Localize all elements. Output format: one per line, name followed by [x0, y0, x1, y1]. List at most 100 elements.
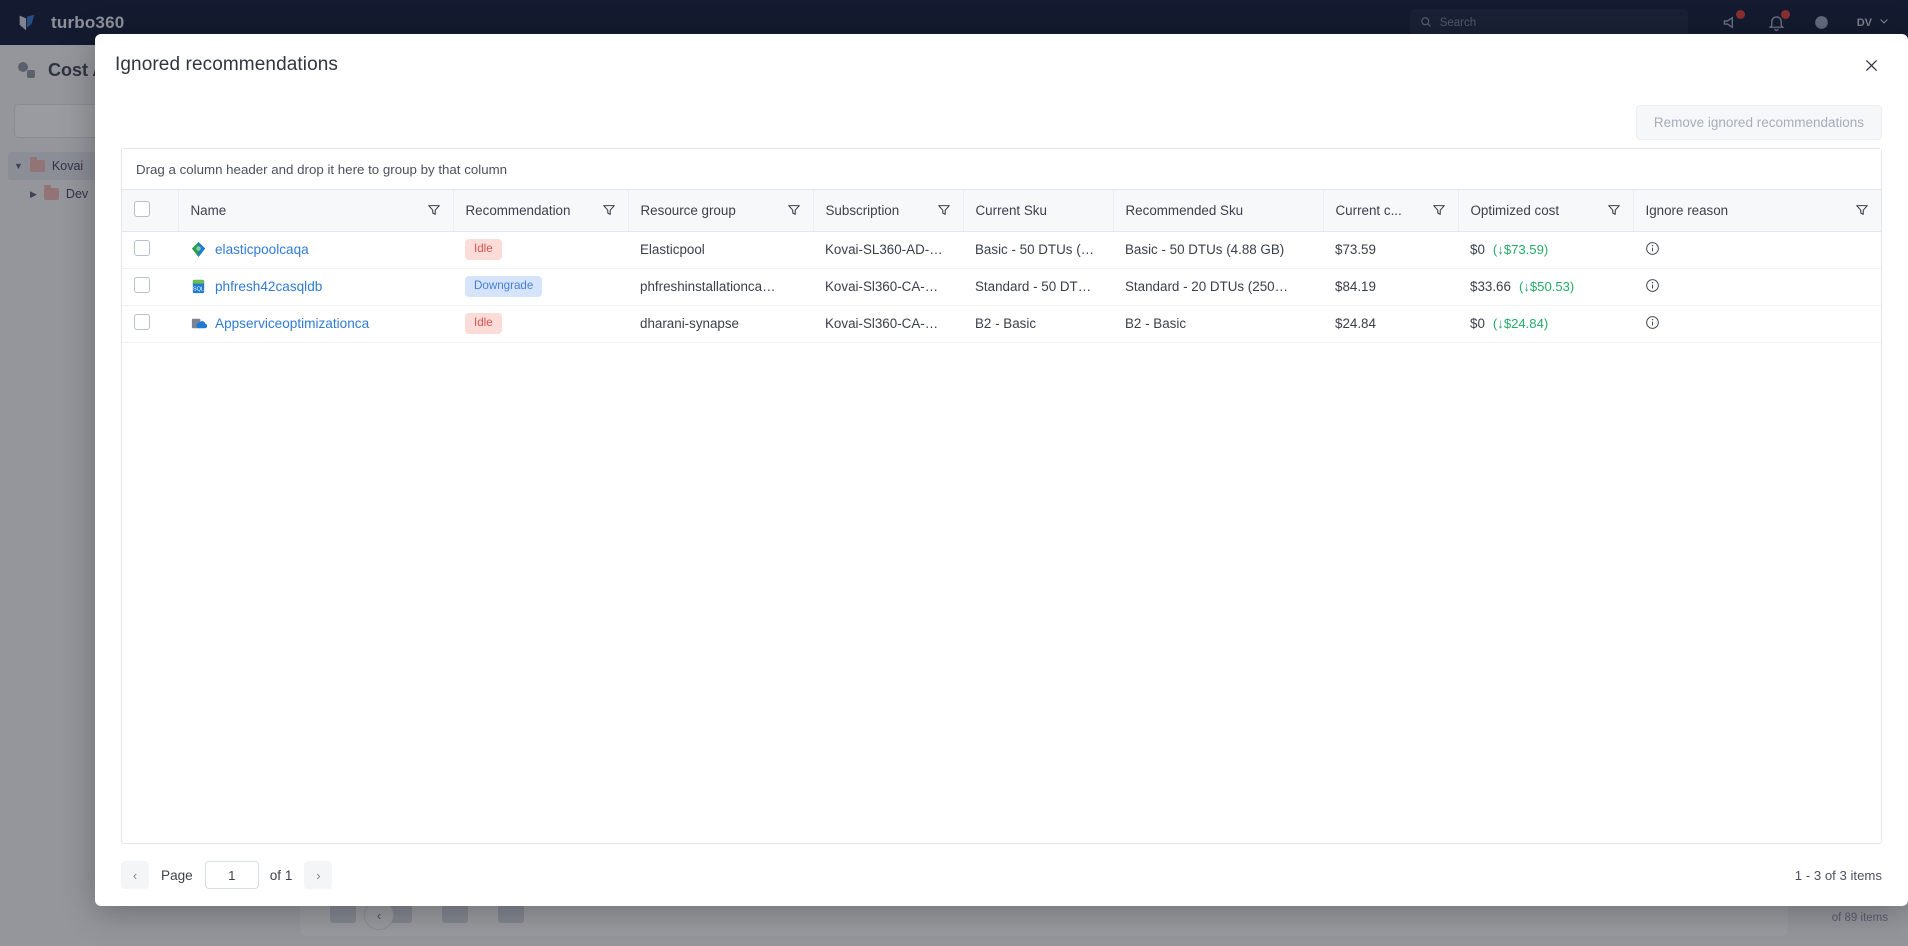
- cell-resource-group: dharani-synapse: [628, 305, 813, 343]
- cell-recommendation: Idle: [453, 305, 628, 343]
- column-header-current_cost[interactable]: Current c...: [1323, 190, 1459, 232]
- cell-optimized-cost: $0 (↓$73.59): [1458, 231, 1633, 269]
- total-pages-label: of 1: [269, 867, 293, 883]
- column-header-name[interactable]: Name: [178, 190, 454, 232]
- cell-optimized-cost: $0 (↓$24.84): [1458, 305, 1633, 343]
- column-header-label: Current c...: [1335, 202, 1402, 218]
- filter-icon[interactable]: [602, 203, 616, 217]
- column-header-subscription[interactable]: Subscription: [813, 190, 964, 232]
- elastic-pool-icon: [190, 241, 207, 258]
- cell-resource-group: phfreshinstallationca…: [628, 268, 813, 306]
- filter-icon[interactable]: [427, 203, 441, 217]
- info-icon[interactable]: [1645, 315, 1660, 330]
- column-header-recommended_sku[interactable]: Recommended Sku: [1113, 190, 1324, 232]
- filter-icon[interactable]: [1855, 203, 1869, 217]
- column-header-optimized_cost[interactable]: Optimized cost: [1458, 190, 1634, 232]
- savings-value: (↓$24.84): [1492, 316, 1549, 331]
- group-by-dropzone[interactable]: Drag a column header and drop it here to…: [122, 149, 1881, 190]
- cell-select[interactable]: [122, 231, 178, 269]
- cell-recommended-sku: B2 - Basic: [1113, 305, 1323, 343]
- modal-title: Ignored recommendations: [115, 54, 339, 75]
- table-header-row: Name Recommendation Resource group Subscrip…: [122, 190, 1881, 232]
- table-row[interactable]: Appserviceoptimizationca Idle dharani-syna…: [122, 305, 1881, 343]
- cell-current-sku: Standard - 50 DT…: [963, 268, 1113, 306]
- table-body: elasticpoolcaqa Idle Elasticpool Kovai-SL36…: [122, 231, 1881, 343]
- filter-icon[interactable]: [1607, 203, 1621, 217]
- cell-subscription: Kovai-SL360-AD-…: [813, 231, 963, 269]
- cell-current-cost: $73.59: [1323, 231, 1458, 269]
- cell-resource-group: Elasticpool: [628, 231, 813, 269]
- cell-recommendation: Downgrade: [453, 268, 628, 306]
- pagination-bar: ‹ Page of 1 › 1 - 3 of 3 items: [95, 844, 1908, 906]
- recommendation-badge: Downgrade: [465, 276, 543, 297]
- column-header-label: Ignore reason: [1645, 202, 1729, 218]
- svg-text:SQL: SQL: [193, 286, 204, 292]
- column-header-label: Recommended Sku: [1125, 202, 1244, 218]
- filter-icon[interactable]: [1432, 203, 1446, 217]
- column-header-label: Subscription: [825, 202, 900, 218]
- cell-name[interactable]: Appserviceoptimizationca: [178, 305, 453, 343]
- resource-name-link[interactable]: elasticpoolcaqa: [215, 242, 309, 257]
- modal-header: Ignored recommendations: [95, 34, 1908, 96]
- table-row[interactable]: elasticpoolcaqa Idle Elasticpool Kovai-SL36…: [122, 231, 1881, 269]
- column-header-label: Name: [190, 202, 227, 218]
- page-label: Page: [161, 867, 193, 883]
- row-checkbox[interactable]: [134, 314, 150, 330]
- previous-page-button[interactable]: ‹: [121, 861, 149, 889]
- recommendation-badge: Idle: [465, 313, 502, 334]
- cell-current-cost: $24.84: [1323, 305, 1458, 343]
- column-header-recommendation[interactable]: Recommendation: [453, 190, 629, 232]
- column-header-ignore_reason[interactable]: Ignore reason: [1633, 190, 1881, 232]
- optimized-cost-value: $0: [1470, 242, 1485, 257]
- resource-name-link[interactable]: Appserviceoptimizationca: [215, 316, 369, 331]
- cell-optimized-cost: $33.66 (↓$50.53): [1458, 268, 1633, 306]
- cell-ignore-reason[interactable]: [1633, 305, 1881, 343]
- select-all-checkbox[interactable]: [134, 200, 150, 217]
- column-header-label: Resource group: [640, 202, 736, 218]
- cell-recommendation: Idle: [453, 231, 628, 269]
- savings-value: (↓$50.53): [1518, 279, 1575, 294]
- info-icon[interactable]: [1645, 241, 1660, 256]
- cell-select[interactable]: [122, 268, 178, 306]
- column-header-label: Current Sku: [975, 202, 1047, 218]
- cell-recommended-sku: Basic - 50 DTUs (4.88 GB): [1113, 231, 1323, 269]
- cell-recommended-sku: Standard - 20 DTUs (250…: [1113, 268, 1323, 306]
- recommendation-badge: Idle: [465, 239, 502, 260]
- optimized-cost-value: $0: [1470, 316, 1485, 331]
- column-header-current_sku[interactable]: Current Sku: [963, 190, 1114, 232]
- cell-name[interactable]: elasticpoolcaqa: [178, 231, 453, 269]
- app-service-icon: [190, 315, 208, 332]
- filter-icon[interactable]: [787, 203, 801, 217]
- column-header-resource_group[interactable]: Resource group: [628, 190, 814, 232]
- cell-current-cost: $84.19: [1323, 268, 1458, 306]
- filter-icon[interactable]: [937, 203, 951, 217]
- item-range-label: 1 - 3 of 3 items: [1794, 867, 1882, 883]
- cell-subscription: Kovai-Sl360-CA-…: [813, 268, 963, 306]
- ignored-recommendations-modal: Ignored recommendations Remove ignored r…: [95, 34, 1908, 906]
- recommendations-grid: Drag a column header and drop it here to…: [121, 148, 1882, 844]
- row-checkbox[interactable]: [134, 277, 150, 293]
- column-header-select[interactable]: [122, 190, 179, 232]
- page-number-input[interactable]: [204, 861, 259, 889]
- savings-value: (↓$73.59): [1492, 242, 1549, 257]
- cell-subscription: Kovai-Sl360-CA-…: [813, 305, 963, 343]
- table-header: Name Recommendation Resource group Subscrip…: [122, 190, 1881, 232]
- column-header-label: Optimized cost: [1470, 202, 1560, 218]
- remove-ignored-recommendations-button[interactable]: Remove ignored recommendations: [1635, 104, 1882, 140]
- row-checkbox[interactable]: [134, 240, 150, 256]
- resource-name-link[interactable]: phfresh42casqldb: [215, 279, 322, 294]
- next-page-button[interactable]: ›: [304, 861, 333, 889]
- info-icon[interactable]: [1645, 278, 1660, 293]
- cell-name[interactable]: SQL phfresh42casqldb: [178, 268, 453, 306]
- cell-current-sku: B2 - Basic: [963, 305, 1113, 343]
- cell-ignore-reason[interactable]: [1633, 231, 1881, 269]
- sql-database-icon: SQL: [190, 278, 207, 295]
- optimized-cost-value: $33.66: [1470, 279, 1511, 294]
- cell-select[interactable]: [122, 305, 178, 343]
- cell-current-sku: Basic - 50 DTUs (…: [963, 231, 1113, 269]
- recommendations-table: Name Recommendation Resource group Subscrip…: [122, 190, 1881, 343]
- close-icon[interactable]: [1858, 52, 1884, 78]
- table-row[interactable]: SQL phfresh42casqldb Downgrade phfreshinsta…: [122, 268, 1881, 306]
- grid-body: Name Recommendation Resource group Subscrip…: [122, 190, 1881, 843]
- cell-ignore-reason[interactable]: [1633, 268, 1881, 306]
